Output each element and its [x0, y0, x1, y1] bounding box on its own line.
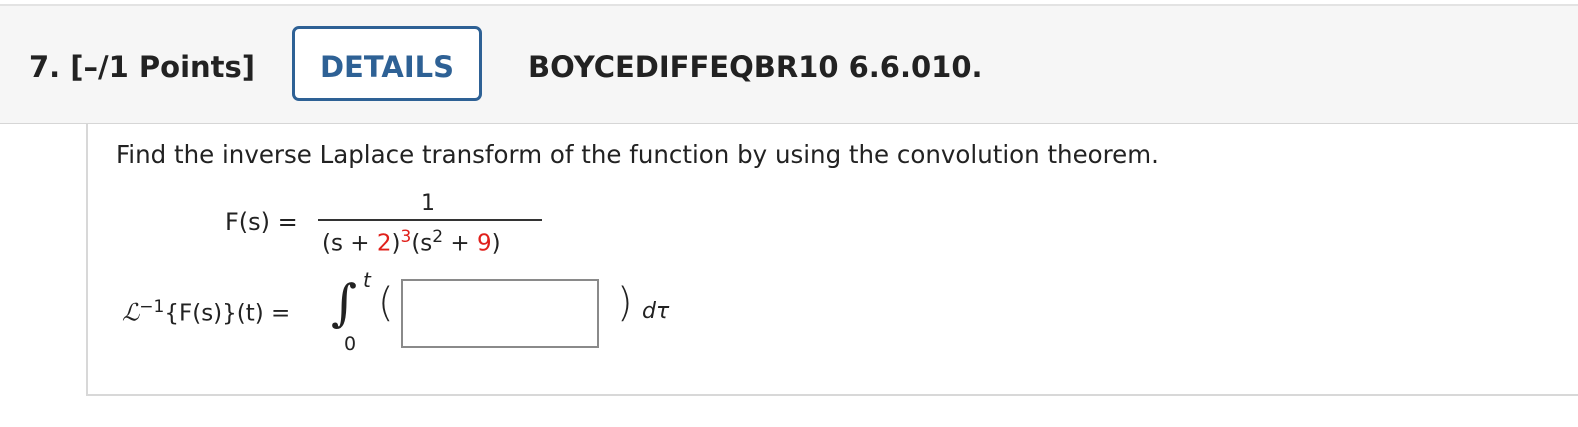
den-end: ): [491, 230, 501, 257]
den-a-value: 2: [376, 230, 392, 257]
question-id: BOYCEDIFFEQBR10 6.6.010.: [528, 50, 983, 84]
fraction-bar: [318, 219, 542, 221]
function-label: F(s) =: [225, 208, 298, 236]
inverse-exponent: −1: [139, 297, 165, 317]
inverse-laplace-label: ℒ−1{F(s)}(t) =: [122, 297, 290, 327]
integral-upper-limit: t: [363, 268, 371, 292]
inverse-rest: {F(s)}(t) =: [164, 300, 291, 327]
differential-dtau: dτ: [642, 299, 670, 324]
answer-input[interactable]: [401, 279, 599, 348]
question-points-label: 7. [–/1 Points]: [29, 50, 256, 84]
fraction-denominator: (s + 2)3(s2 + 9): [322, 227, 501, 257]
fraction-numerator: 1: [421, 191, 435, 216]
den-open: (s +: [322, 230, 377, 257]
question-header: 7. [–/1 Points] DETAILS BOYCEDIFFEQBR10 …: [0, 6, 1578, 124]
laplace-symbol: ℒ: [122, 298, 140, 327]
right-paren: ): [617, 280, 633, 326]
den-s: (s: [411, 230, 433, 257]
integral-lower-limit: 0: [344, 333, 357, 355]
details-button[interactable]: DETAILS: [292, 26, 482, 101]
den-exponent: 3: [400, 227, 412, 247]
left-paren: (: [378, 280, 394, 326]
den-b-value: 9: [477, 230, 492, 257]
den-plus: +: [443, 230, 478, 257]
problem-prompt: Find the inverse Laplace transform of th…: [116, 140, 1159, 169]
den-s-exponent: 2: [432, 227, 444, 247]
integral-sign: ∫: [331, 274, 358, 332]
